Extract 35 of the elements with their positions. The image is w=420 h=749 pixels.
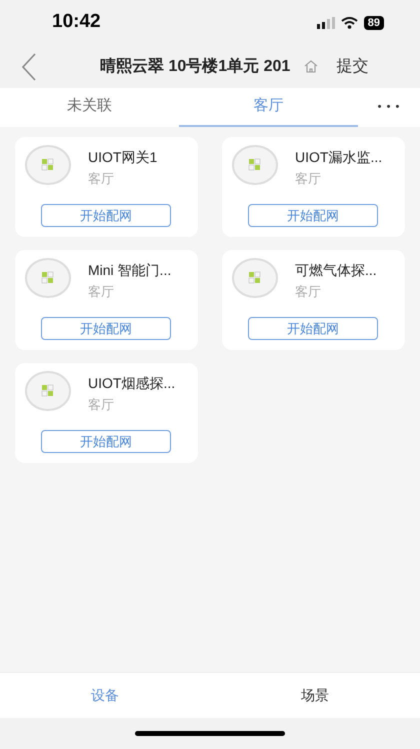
start-pairing-button[interactable]: 开始配网	[41, 430, 171, 453]
device-name: UIOT烟感探...	[88, 374, 176, 393]
start-pairing-button[interactable]: 开始配网	[248, 317, 378, 340]
device-card[interactable]: UIOT烟感探... 客厅 开始配网	[15, 363, 198, 463]
more-button[interactable]: • • •	[358, 88, 420, 127]
start-pairing-button[interactable]: 开始配网	[248, 204, 378, 227]
status-time: 10:42	[52, 10, 101, 34]
device-card[interactable]: Mini 智能门... 客厅 开始配网	[15, 250, 198, 350]
device-name: UIOT漏水监...	[295, 148, 382, 167]
device-icon	[232, 258, 278, 298]
device-icon	[25, 371, 71, 411]
wifi-icon	[340, 16, 358, 28]
device-room: 客厅	[295, 170, 321, 188]
signal-icon	[316, 16, 335, 28]
device-card[interactable]: 可燃气体探... 客厅 开始配网	[222, 250, 405, 350]
device-room: 客厅	[88, 396, 114, 414]
device-icon	[25, 145, 71, 185]
home-icon[interactable]	[304, 60, 318, 73]
device-name: Mini 智能门...	[88, 261, 172, 280]
device-room: 客厅	[88, 170, 114, 188]
device-icon	[232, 145, 278, 185]
battery-icon: 89	[364, 16, 384, 30]
page-title: 晴熙云翠 10号楼1单元 201	[100, 56, 290, 76]
start-pairing-button[interactable]: 开始配网	[41, 204, 171, 227]
device-name: UIOT网关1	[88, 148, 158, 167]
tab[interactable]: 未关联	[0, 88, 179, 127]
device-room: 客厅	[88, 283, 114, 301]
submit-button[interactable]: 提交	[336, 54, 368, 78]
device-icon	[25, 258, 71, 298]
start-pairing-button[interactable]: 开始配网	[41, 317, 171, 340]
device-card[interactable]: UIOT漏水监... 客厅 开始配网	[222, 137, 405, 237]
device-name: 可燃气体探...	[295, 261, 377, 280]
device-room: 客厅	[295, 283, 321, 301]
device-card[interactable]: UIOT网关1 客厅 开始配网	[15, 137, 198, 237]
bottom-tab[interactable]: 场景	[210, 673, 420, 718]
